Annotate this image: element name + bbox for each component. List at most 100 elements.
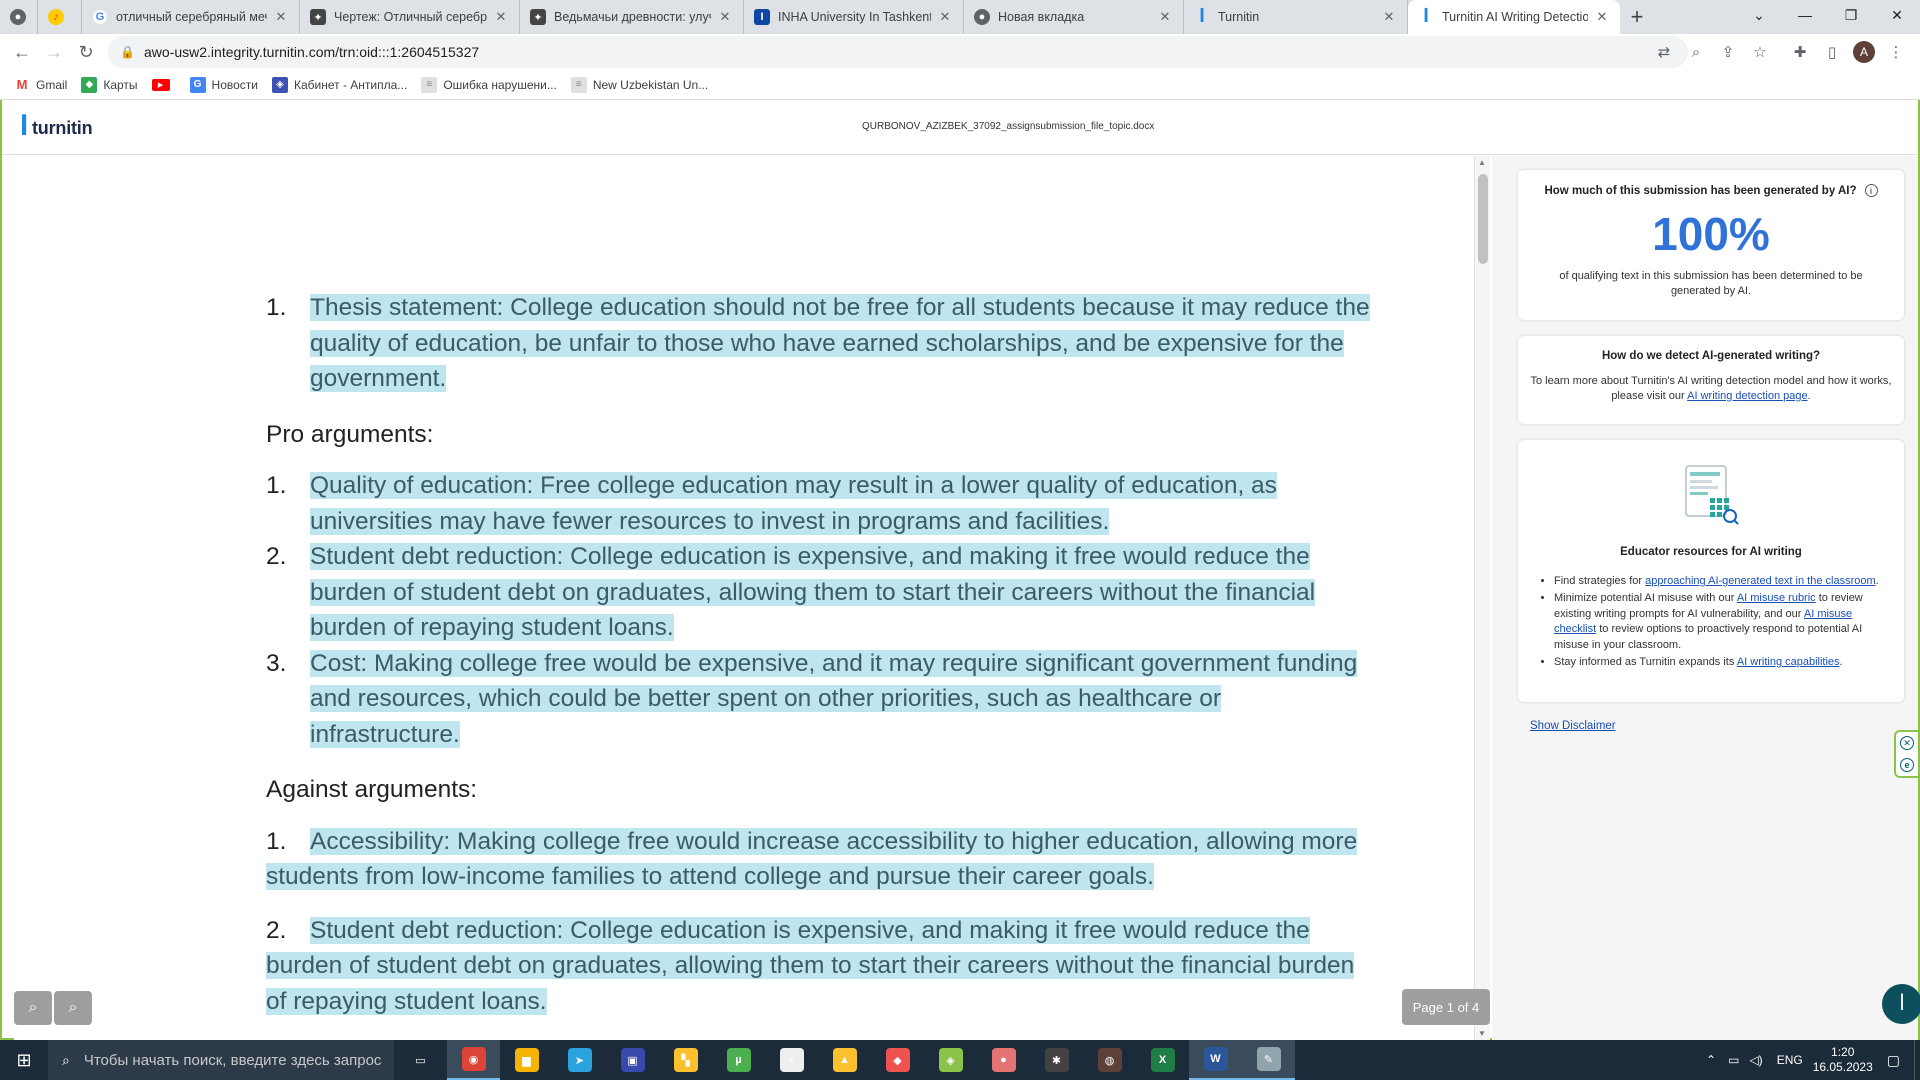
tab-turnitin-ai[interactable]: ꟾ Turnitin AI Writing Detection ✕ xyxy=(1408,0,1620,34)
scroll-down-icon[interactable]: ▼ xyxy=(1478,1029,1486,1038)
share-icon[interactable]: ⇪ xyxy=(1712,36,1744,68)
close-icon[interactable]: ✕ xyxy=(937,9,953,25)
taskbar-app[interactable]: ▣ xyxy=(606,1040,659,1080)
bookmark-new-uzbekistan[interactable]: ≡ New Uzbekistan Un... xyxy=(570,76,708,93)
bookmark-error-page[interactable]: ≡ Ошибка нарушени... xyxy=(421,76,557,93)
ai-misuse-rubric-link[interactable]: AI misuse rubric xyxy=(1737,592,1816,604)
bookmark-youtube[interactable]: ▶ xyxy=(151,78,176,91)
close-icon[interactable]: ✕ xyxy=(493,9,509,25)
extensions-icon[interactable]: ✚ xyxy=(1784,36,1816,68)
document-scrollbar[interactable]: ▲ ▼ xyxy=(1474,156,1490,1040)
help-button[interactable]: ꟾ xyxy=(1882,984,1920,1024)
profile-button[interactable]: A xyxy=(1848,36,1880,68)
highlighted-text[interactable]: Cost: Making college free would be expen… xyxy=(310,649,1358,748)
zoom-icon[interactable]: ⌕ xyxy=(1680,36,1712,68)
turnitin-logo-icon: ꟾ xyxy=(20,115,28,140)
address-bar[interactable]: 🔒 awo-usw2.integrity.turnitin.com/trn:oi… xyxy=(108,36,1688,68)
tab-new-tab[interactable]: ● Новая вкладка ✕ xyxy=(964,0,1184,34)
tab-label: Turnitin xyxy=(1218,10,1260,24)
highlighted-text[interactable]: Student debt reduction: College educatio… xyxy=(266,916,1355,1015)
taskbar-app[interactable]: ● xyxy=(977,1040,1030,1080)
taskbar-app[interactable]: ✎ xyxy=(1242,1040,1295,1080)
taskbar-app[interactable]: W xyxy=(1189,1040,1242,1080)
network-icon[interactable]: ▭ xyxy=(1728,1053,1739,1067)
taskbar-app[interactable]: ▚ xyxy=(659,1040,712,1080)
taskbar-app[interactable]: ◆ xyxy=(871,1040,924,1080)
volume-icon[interactable]: ◁) xyxy=(1749,1053,1762,1067)
warning-app-icon: ▲ xyxy=(832,1048,857,1072)
tab-yandex-music[interactable]: ♪ xyxy=(38,0,82,34)
accessibility-icon[interactable]: e xyxy=(1900,758,1914,772)
taskbar-search[interactable]: ⌕ Чтобы начать поиск, введите здесь запр… xyxy=(48,1040,394,1080)
search-icon: ⌕ xyxy=(62,1051,70,1068)
new-tab-button[interactable]: + xyxy=(1620,0,1654,34)
notifications-icon[interactable]: ▢ xyxy=(1887,1052,1900,1069)
taskbar-app[interactable]: ➤ xyxy=(553,1040,606,1080)
tab-witcher-antiquities[interactable]: ✦ Ведьмачьи древности: улучш ✕ xyxy=(520,0,744,34)
detection-info-title: How do we detect AI-generated writing? xyxy=(1601,350,1821,362)
classroom-strategies-link[interactable]: approaching AI-generated text in the cla… xyxy=(1645,575,1876,587)
side-panel-icon[interactable]: ▯ xyxy=(1816,36,1848,68)
highlighted-text[interactable]: Student debt reduction: College educatio… xyxy=(310,543,1316,641)
taskbar-app[interactable]: ◈ xyxy=(924,1040,977,1080)
close-icon[interactable]: ✕ xyxy=(1594,9,1610,25)
scrollbar-thumb[interactable] xyxy=(1478,174,1488,264)
taskbar-app[interactable]: ≡ xyxy=(765,1040,818,1080)
tab-google-search[interactable]: G отличный серебряный меч и ✕ xyxy=(82,0,300,34)
bookmark-antiplagiat[interactable]: ◈ Кабинет - Антипла... xyxy=(272,76,407,93)
taskbar-app[interactable]: ▭ xyxy=(394,1040,447,1080)
forward-icon[interactable]: → xyxy=(38,36,70,68)
menu-icon[interactable]: ⋮ xyxy=(1880,36,1912,68)
ai-detection-page-link[interactable]: AI writing detection page xyxy=(1687,390,1807,402)
zoom-in-button[interactable]: ⌕ xyxy=(54,991,92,1025)
tab-turnitin[interactable]: ꟾ Turnitin ✕ xyxy=(1184,0,1408,34)
translate-icon[interactable]: ⇄ xyxy=(1648,36,1680,68)
taskbar-app[interactable]: ◍ xyxy=(1083,1040,1136,1080)
taskbar-app[interactable]: ✱ xyxy=(1030,1040,1083,1080)
taskbar-app[interactable]: ▲ xyxy=(818,1040,871,1080)
bookmark-star-icon[interactable]: ☆ xyxy=(1744,36,1776,68)
system-tray: ⌃ ▭ ◁) ENG 1:20 16.05.2023 ▢ xyxy=(1706,1040,1920,1080)
taskbar-app[interactable]: µ xyxy=(712,1040,765,1080)
close-icon[interactable]: ✕ xyxy=(717,9,733,25)
taskbar-app[interactable]: X xyxy=(1136,1040,1189,1080)
gmail-icon: M xyxy=(14,76,30,93)
taskbar-app[interactable]: ◉ xyxy=(447,1040,500,1080)
turnitin-logo[interactable]: ꟾ turnitin xyxy=(20,115,93,141)
bookmark-news[interactable]: G Новости xyxy=(189,76,258,93)
tab-inha[interactable]: I INHA University In Tashkent ✕ xyxy=(744,0,964,34)
tray-overflow-icon[interactable]: ⌃ xyxy=(1706,1053,1716,1067)
minimize-button[interactable]: — xyxy=(1782,0,1828,30)
floating-widget[interactable]: ✕ e xyxy=(1894,730,1918,778)
document-viewer[interactable]: 1. Thesis statement: College education s… xyxy=(14,156,1474,1040)
windows-start-icon[interactable]: ⊞ xyxy=(0,1040,48,1080)
show-desktop-button[interactable] xyxy=(1914,1040,1920,1080)
highlighted-text[interactable]: Quality of education: Free college educa… xyxy=(310,472,1277,535)
zoom-out-button[interactable]: ⌕ xyxy=(14,991,52,1025)
news-icon: G xyxy=(189,76,206,93)
close-window-button[interactable]: ✕ xyxy=(1874,0,1920,30)
scroll-up-icon[interactable]: ▲ xyxy=(1478,158,1486,167)
clock[interactable]: 1:20 16.05.2023 xyxy=(1813,1045,1873,1075)
list-number: 1. xyxy=(266,294,287,321)
close-icon[interactable]: ✕ xyxy=(1157,9,1173,25)
bookmark-maps[interactable]: ◆ Карты xyxy=(81,76,138,93)
ai-writing-capabilities-link[interactable]: AI writing capabilities xyxy=(1737,656,1840,668)
tab-chrome[interactable]: ● xyxy=(0,0,38,34)
tab-blueprint[interactable]: ✦ Чертеж: Отличный серебрян ✕ xyxy=(300,0,520,34)
language-indicator[interactable]: ENG xyxy=(1777,1053,1803,1067)
reload-icon[interactable]: ↻ xyxy=(70,36,102,68)
close-icon[interactable]: ✕ xyxy=(273,9,289,25)
tab-search-icon[interactable]: ⌄ xyxy=(1736,0,1782,30)
lock-icon[interactable]: 🔒 xyxy=(120,45,135,59)
taskbar-app[interactable]: ▆ xyxy=(500,1040,553,1080)
highlighted-text[interactable]: Accessibility: Making college free would… xyxy=(266,827,1358,890)
show-disclaimer-link[interactable]: Show Disclaimer xyxy=(1530,720,1616,732)
close-icon[interactable]: ✕ xyxy=(1900,736,1914,750)
restore-button[interactable]: ❐ xyxy=(1828,0,1874,30)
info-icon[interactable]: i xyxy=(1864,184,1878,197)
bookmark-gmail[interactable]: M Gmail xyxy=(14,76,67,93)
back-icon[interactable]: ← xyxy=(6,36,38,68)
close-icon[interactable]: ✕ xyxy=(1381,9,1397,25)
highlighted-text[interactable]: Thesis statement: College education shou… xyxy=(310,294,1370,392)
